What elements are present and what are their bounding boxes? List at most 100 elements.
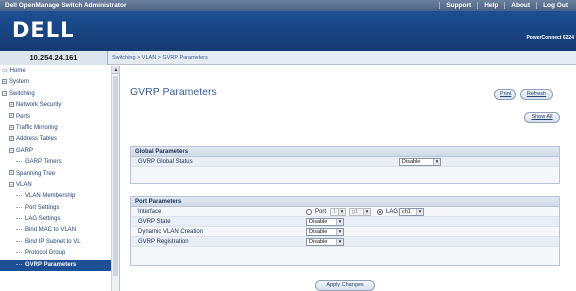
gvrp-state-row: GVRP State Disable ▼ [131,217,559,227]
chevron-down-icon: ▼ [336,239,343,245]
sidebar-item-switching[interactable]: − Switching [0,89,112,100]
collapse-icon[interactable]: − [9,147,14,153]
top-links: Support Help About Log Out [439,0,574,11]
expand-icon[interactable]: + [2,79,7,85]
sidebar-item-label: System [9,79,30,86]
sidebar-item-label: Bind IP Subnet to VL [25,238,81,245]
refresh-button[interactable]: Refresh [520,89,553,100]
expand-icon[interactable]: + [9,124,14,130]
dynamic-vlan-row: Dynamic VLAN Creation Disable ▼ [131,227,559,237]
chevron-down-icon: ▼ [336,219,343,225]
gvrp-state-value: Disable [309,219,328,225]
tree-line-icon [16,195,22,197]
header: DELL PowerConnect 6224 [0,11,576,51]
help-link[interactable]: Help [477,2,504,9]
breadcrumb-bar: 10.254.24.161 Switching > VLAN > GVRP Pa… [0,51,576,65]
expand-icon[interactable]: + [9,136,14,142]
sidebar-item-vlan-membership[interactable]: VLAN Membership [0,191,112,202]
tree-line-icon [16,206,22,208]
sidebar-item-label: Ports [16,113,31,120]
sidebar-item-network-security[interactable]: + Network Security [0,100,112,111]
gvrp-global-status-row: GVRP Global Status Disable ▼ [131,157,559,167]
gvrp-state-select[interactable]: Disable ▼ [306,218,344,226]
sidebar-item-system[interactable]: + System [0,77,112,88]
sidebar-item-label: Address Tables [16,136,57,143]
port-unit-select[interactable]: 1 ▼ [330,208,346,216]
port-value: g1 [352,209,359,215]
lag-radio[interactable] [377,209,383,215]
product-name: PowerConnect 6224 [526,35,574,41]
main-content: GVRP Parameters Print Refresh Show All G… [121,66,576,291]
tree-line-icon [16,229,22,231]
expand-icon[interactable]: + [9,113,14,119]
dynamic-vlan-select[interactable]: Disable ▼ [306,228,344,236]
sidebar-item-label: LAG Settings [25,216,61,223]
show-all-button[interactable]: Show All [524,112,560,123]
chevron-down-icon: ▼ [336,229,343,235]
port-radio[interactable] [306,209,312,215]
chevron-down-icon: ▼ [338,209,345,215]
sidebar-item-garp-timers[interactable]: GARP Timers [0,157,112,168]
sidebar-item-garp[interactable]: − GARP [0,146,112,157]
breadcrumb[interactable]: Switching > VLAN > GVRP Parameters [112,51,208,65]
sidebar-item-lag-settings[interactable]: LAG Settings [0,214,112,225]
page-title: GVRP Parameters [130,86,217,98]
sidebar-item-bind-ip-subnet-to-vl[interactable]: Bind IP Subnet to VL [0,237,112,248]
sidebar-item-address-tables[interactable]: + Address Tables [0,134,112,145]
gvrp-registration-row: GVRP Registration Disable ▼ [131,237,559,247]
tree-line-icon [16,161,22,163]
dynamic-vlan-label: Dynamic VLAN Creation [138,229,204,235]
apply-changes-button[interactable]: Apply Changes [315,280,375,291]
sidebar-item-traffic-mirroring[interactable]: + Traffic Mirroring [0,123,112,134]
support-link[interactable]: Support [439,2,477,9]
tree-line-icon [16,252,22,254]
gvrp-global-status-label: GVRP Global Status [138,159,193,165]
sidebar-item-gvrp-parameters[interactable]: GVRP Parameters [0,259,112,272]
chevron-down-icon: ▼ [416,209,423,215]
sidebar-item-label: GARP Timers [25,159,62,166]
sidebar-item-vlan[interactable]: − VLAN [0,180,112,191]
sidebar-item-label: Traffic Mirroring [16,124,58,131]
top-bar: Dell OpenManage Switch Administrator Sup… [0,0,576,11]
sidebar-item-label: VLAN [16,181,32,188]
tree-line-icon [16,263,22,265]
sidebar-item-bind-mac-to-vlan[interactable]: Bind MAC to VLAN [0,225,112,236]
scrollbar-thumb[interactable] [113,76,118,276]
expand-icon[interactable]: + [9,170,14,176]
tree-line-icon [16,240,22,242]
sidebar-item-protocol-group[interactable]: Protocol Group [0,248,112,259]
collapse-icon[interactable]: − [9,181,14,187]
sidebar-item-label: VLAN Membership [25,193,76,200]
sidebar-scrollbar[interactable]: ▲ [111,66,119,291]
sidebar-item-label: Home [9,68,26,74]
nav-tree: ▭ Home + System − Switching + Network Security +… [0,66,112,272]
dell-logo: DELL [12,18,75,42]
gvrp-global-status-select[interactable]: Disable ▼ [399,158,441,166]
sidebar-item-spanning-tree[interactable]: + Spanning Tree [0,169,112,180]
sidebar-item-label: Bind MAC to VLAN [25,227,77,234]
sidebar-item-port-settings[interactable]: Port Settings [0,203,112,214]
scroll-up-icon[interactable]: ▲ [112,66,119,74]
global-parameters-heading: Global Parameters [131,147,559,157]
sidebar-item-home[interactable]: ▭ Home [0,66,112,77]
sidebar-item-label: GARP [16,147,34,154]
lag-value: ch1 [402,209,411,215]
sidebar-item-ports[interactable]: + Ports [0,112,112,123]
sidebar-item-label: Switching [9,90,35,97]
sidebar-item-label: Protocol Group [25,250,66,257]
gvrp-registration-select[interactable]: Disable ▼ [306,238,344,246]
port-select[interactable]: g1 ▼ [349,208,371,216]
gvrp-global-status-value: Disable [402,159,421,165]
log-out-link[interactable]: Log Out [536,2,574,9]
lag-select[interactable]: ch1 ▼ [399,208,424,216]
sidebar-item-label: GVRP Parameters [25,261,77,268]
expand-icon[interactable]: + [9,102,14,108]
sidebar-item-label: Network Security [16,102,62,109]
gvrp-registration-label: GVRP Registration [138,239,189,245]
collapse-icon[interactable]: − [2,90,7,96]
sidebar-item-label: Port Settings [25,204,60,211]
print-button[interactable]: Print [494,89,516,100]
chevron-down-icon: ▼ [363,209,370,215]
about-link[interactable]: About [504,2,536,9]
app-title: Dell OpenManage Switch Administrator [5,2,127,9]
